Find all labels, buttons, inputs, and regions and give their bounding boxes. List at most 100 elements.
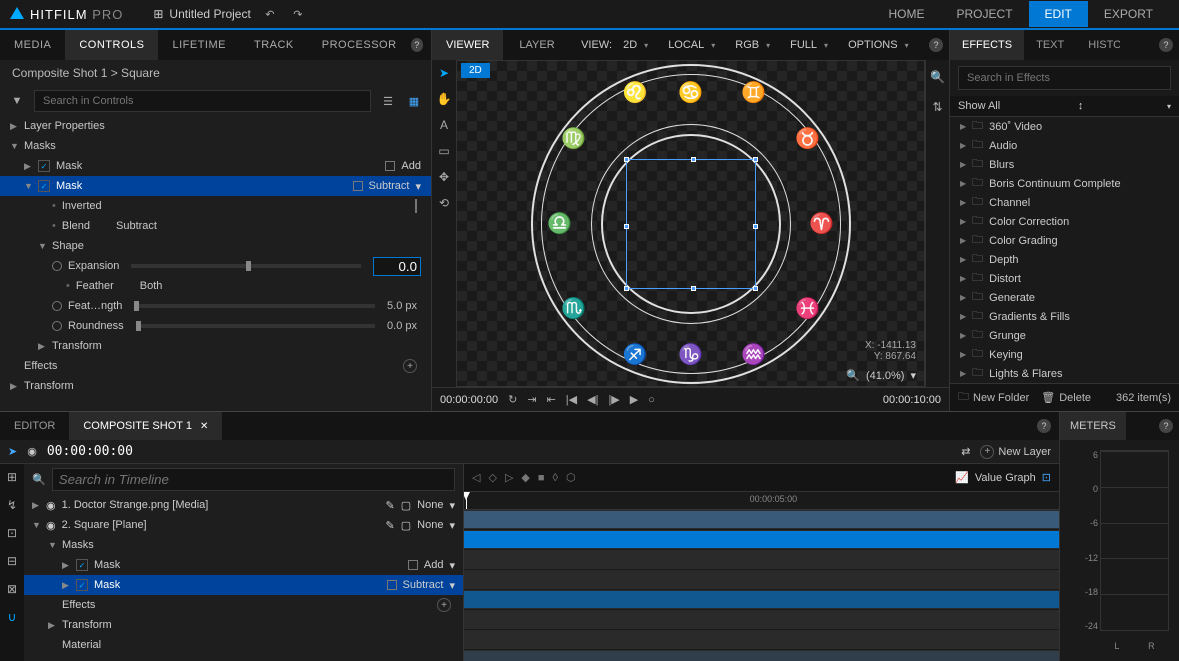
text-tool-icon[interactable]: A bbox=[435, 116, 453, 134]
viewer-tab-layer[interactable]: LAYER bbox=[505, 30, 568, 60]
new-layer-button[interactable]: +New Layer bbox=[980, 445, 1051, 459]
visibility-icon[interactable]: ◉ bbox=[46, 519, 56, 532]
tree-transform[interactable]: Transform bbox=[0, 376, 431, 396]
selection-box[interactable] bbox=[626, 159, 756, 289]
rotate-tool-icon[interactable]: ⟲ bbox=[435, 194, 453, 212]
track-effects[interactable]: Effects+ bbox=[24, 595, 463, 615]
timeline-search[interactable] bbox=[52, 468, 455, 491]
effect-folder[interactable]: ▶🗀360˚ Video bbox=[950, 117, 1179, 136]
pencil-icon[interactable]: ✎ bbox=[386, 519, 395, 532]
timeline-ruler[interactable]: 00:00:05:00 bbox=[464, 492, 1059, 510]
tree-layer-properties[interactable]: Layer Properties bbox=[0, 116, 431, 136]
step-fwd-icon[interactable]: |▶ bbox=[608, 393, 619, 406]
kf-add-icon[interactable]: ◇ bbox=[488, 471, 496, 484]
tl-tool-2[interactable]: ↯ bbox=[3, 496, 21, 514]
timeline-sequence[interactable]: ◁ ◇ ▷ ◆ ■ ◊ ⬡ 📈Value Graph⊡ 00:00:05:00 bbox=[464, 464, 1059, 661]
tree-mask-1[interactable]: MaskAdd bbox=[0, 156, 431, 176]
effect-folder[interactable]: ▶🗀Depth bbox=[950, 250, 1179, 269]
effect-folder[interactable]: ▶🗀Grunge bbox=[950, 326, 1179, 345]
hand-tool-icon[interactable]: ✋ bbox=[435, 90, 453, 108]
track-mask-a[interactable]: MaskAdd ▾ bbox=[24, 555, 463, 575]
select-tool-icon[interactable]: ➤ bbox=[435, 64, 453, 82]
lock-icon[interactable]: ▢ bbox=[401, 499, 411, 512]
options-dropdown[interactable]: OPTIONS bbox=[840, 34, 917, 56]
expansion-value[interactable] bbox=[373, 257, 421, 276]
kf-next-icon[interactable]: ▷ bbox=[505, 471, 513, 484]
effect-folder[interactable]: ▶🗀Blurs bbox=[950, 155, 1179, 174]
link-tool-icon[interactable]: ⇅ bbox=[929, 98, 947, 116]
keyframe-icon[interactable] bbox=[52, 261, 62, 271]
loop-icon[interactable]: ↻ bbox=[508, 393, 517, 406]
tree-expansion[interactable]: Expansion bbox=[0, 256, 431, 276]
tab-history[interactable]: HISTO bbox=[1076, 30, 1120, 60]
tl-tool-3[interactable]: ⊡ bbox=[3, 524, 21, 542]
pencil-icon[interactable]: ✎ bbox=[386, 499, 395, 512]
controls-search[interactable] bbox=[34, 90, 371, 112]
tree-mask-transform[interactable]: Transform bbox=[0, 336, 431, 356]
mask-checkbox[interactable] bbox=[38, 160, 50, 172]
tree-inverted[interactable]: •Inverted bbox=[0, 196, 431, 216]
inverted-checkbox[interactable] bbox=[415, 199, 417, 213]
track-masks[interactable]: Masks bbox=[24, 535, 463, 555]
zoom-tool-icon[interactable]: 🔍 bbox=[929, 68, 947, 86]
tree-roundness[interactable]: Roundness0.0 px bbox=[0, 316, 431, 336]
record-icon[interactable]: ○ bbox=[648, 394, 655, 406]
effect-folder[interactable]: ▶🗀Keying bbox=[950, 345, 1179, 364]
zoom-level[interactable]: 🔍(41.0%) ▾ bbox=[846, 369, 916, 382]
playhead-tool-icon[interactable]: ➤ bbox=[8, 445, 17, 458]
kf-ease-icon[interactable]: ◊ bbox=[553, 472, 558, 484]
kf-square-icon[interactable]: ■ bbox=[538, 472, 545, 484]
kf-diamond-icon[interactable]: ◆ bbox=[521, 471, 529, 484]
track-1[interactable]: ◉1. Doctor Strange.png [Media]✎▢None▾ bbox=[24, 495, 463, 515]
nav-home[interactable]: HOME bbox=[873, 1, 941, 27]
tree-mask-2[interactable]: MaskSubtract ▾ bbox=[0, 176, 431, 196]
tree-feat-length[interactable]: Feat…ngth5.0 px bbox=[0, 296, 431, 316]
expansion-slider[interactable] bbox=[131, 264, 361, 268]
track-material[interactable]: Material bbox=[24, 635, 463, 655]
track-transform[interactable]: Transform bbox=[24, 615, 463, 635]
tab-media[interactable]: MEDIA bbox=[0, 30, 65, 60]
kf-prev-icon[interactable]: ◁ bbox=[472, 471, 480, 484]
tab-processor[interactable]: PROCESSOR bbox=[308, 30, 411, 60]
rgb-dropdown[interactable]: RGB bbox=[727, 34, 778, 56]
tree-masks[interactable]: Masks bbox=[0, 136, 431, 156]
out-icon[interactable]: ⇥ bbox=[527, 393, 536, 406]
help-icon[interactable]: ? bbox=[411, 38, 423, 52]
feather-slider[interactable] bbox=[134, 304, 375, 308]
tl-tool-4[interactable]: ⊟ bbox=[3, 552, 21, 570]
list-view-icon[interactable]: ☰ bbox=[379, 92, 397, 110]
play-icon[interactable]: ▶ bbox=[630, 393, 638, 406]
in-icon[interactable]: ⇤ bbox=[547, 393, 556, 406]
show-all-dropdown[interactable]: Show All↕ bbox=[950, 96, 1179, 117]
local-dropdown[interactable]: LOCAL bbox=[660, 34, 723, 56]
roundness-slider[interactable] bbox=[136, 324, 375, 328]
visibility-icon[interactable]: ◉ bbox=[46, 499, 56, 512]
kf-curve-icon[interactable]: ⬡ bbox=[566, 471, 576, 484]
effect-folder[interactable]: ▶🗀Color Grading bbox=[950, 231, 1179, 250]
mask-checkbox[interactable] bbox=[38, 180, 50, 192]
new-folder-button[interactable]: 🗀New Folder bbox=[958, 388, 1029, 407]
tab-lifetime[interactable]: LIFETIME bbox=[158, 30, 240, 60]
effect-folder[interactable]: ▶🗀Audio bbox=[950, 136, 1179, 155]
tab-editor[interactable]: EDITOR bbox=[0, 412, 69, 440]
step-back-icon[interactable]: ◀| bbox=[587, 393, 598, 406]
tl-tool-1[interactable]: ⊞ bbox=[3, 468, 21, 486]
tl-magnet-icon[interactable]: ∪ bbox=[3, 608, 21, 626]
effects-search[interactable] bbox=[958, 66, 1171, 90]
tab-controls[interactable]: CONTROLS bbox=[65, 30, 158, 60]
add-effect-icon[interactable]: + bbox=[403, 359, 417, 373]
full-dropdown[interactable]: FULL bbox=[782, 34, 836, 56]
tree-feather[interactable]: •FeatherBoth bbox=[0, 276, 431, 296]
effect-folder[interactable]: ▶🗀Boris Continuum Complete bbox=[950, 174, 1179, 193]
view-mode-dropdown[interactable]: VIEW: 2D bbox=[573, 34, 656, 56]
effect-folder[interactable]: ▶🗀Generate bbox=[950, 288, 1179, 307]
keyframe-icon[interactable] bbox=[52, 301, 62, 311]
track-2[interactable]: ◉2. Square [Plane]✎▢None▾ bbox=[24, 515, 463, 535]
nav-edit[interactable]: EDIT bbox=[1029, 1, 1088, 27]
track-mask-b[interactable]: MaskSubtract ▾ bbox=[24, 575, 463, 595]
viewer-tab-viewer[interactable]: VIEWER bbox=[432, 30, 503, 60]
editor-help-icon[interactable]: ? bbox=[1037, 419, 1051, 433]
tab-text[interactable]: TEXT bbox=[1024, 30, 1076, 60]
nav-project[interactable]: PROJECT bbox=[941, 1, 1029, 27]
tab-effects[interactable]: EFFECTS bbox=[950, 30, 1024, 60]
